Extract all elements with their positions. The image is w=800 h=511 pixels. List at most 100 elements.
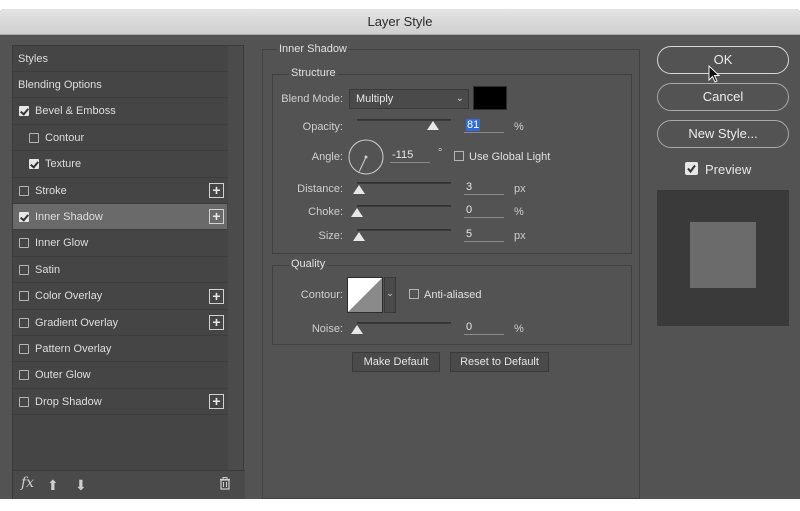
size-slider-thumb[interactable] (352, 232, 365, 241)
distance-value: 3 (466, 181, 473, 193)
noise-slider[interactable] (357, 322, 451, 324)
distance-label: Distance: (297, 183, 343, 195)
styles-list-item-label: Color Overlay (35, 290, 103, 303)
angle-dial[interactable] (347, 138, 385, 176)
noise-field[interactable]: 0 (464, 319, 504, 335)
size-slider[interactable] (357, 229, 451, 231)
styles-list-item[interactable]: Color Overlay + (13, 284, 227, 310)
noise-slider-thumb[interactable] (351, 325, 363, 334)
structure-group: Structure Blend Mode: Multiply ⌄ Opacity… (272, 67, 632, 254)
styles-scrollbar[interactable] (228, 46, 243, 470)
layer-style-dialog: Layer Style Styles Blending Options Bevel … (0, 9, 800, 499)
reset-to-default-button[interactable]: Reset to Default (450, 352, 549, 372)
shadow-color-swatch[interactable] (473, 86, 507, 110)
styles-list-item[interactable]: Inner Glow (13, 231, 227, 257)
styles-list-item-label: Styles (18, 52, 48, 65)
use-global-light-checkbox[interactable] (454, 151, 464, 161)
styles-list-item[interactable]: Texture (13, 152, 227, 178)
style-checkbox[interactable] (19, 291, 29, 302)
noise-label: Noise: (311, 323, 343, 335)
styles-list-item[interactable]: Pattern Overlay (13, 336, 227, 363)
choke-slider-thumb[interactable] (351, 208, 363, 217)
style-checkbox[interactable] (19, 370, 29, 381)
contour-picker[interactable] (347, 277, 383, 313)
make-default-button[interactable]: Make Default (352, 352, 440, 372)
contour-label: Contour: (300, 289, 343, 301)
structure-title: Structure (289, 67, 338, 79)
style-checkbox[interactable] (29, 132, 39, 143)
styles-list-item[interactable]: Drop Shadow + (13, 389, 227, 416)
add-effect-plus-icon[interactable]: + (209, 209, 224, 225)
chevron-down-icon: ⌄ (386, 288, 394, 298)
styles-list-item[interactable]: Satin (13, 257, 227, 284)
contour-dropdown-button[interactable]: ⌄ (384, 277, 396, 313)
checkmark-icon (687, 164, 696, 174)
trash-icon[interactable] (219, 477, 231, 493)
opacity-slider-thumb[interactable] (427, 121, 440, 130)
size-value: 5 (466, 228, 473, 240)
move-down-icon[interactable]: ⬇ (75, 477, 87, 494)
styles-list-item[interactable]: Styles (13, 46, 227, 72)
move-up-icon[interactable]: ⬆ (47, 477, 59, 494)
styles-list-item[interactable]: Outer Glow (13, 363, 227, 389)
distance-slider[interactable] (357, 182, 451, 184)
opacity-field[interactable]: 81 (464, 117, 504, 133)
styles-list-item[interactable]: Inner Shadow + (13, 204, 227, 231)
preview-thumbnail (657, 190, 789, 326)
styles-list-item[interactable]: Stroke + (13, 178, 227, 204)
noise-value: 0 (466, 321, 473, 333)
styles-list-item-label: Pattern Overlay (35, 342, 112, 355)
add-effect-plus-icon[interactable]: + (209, 183, 224, 198)
styles-list-item-label: Blending Options (18, 78, 102, 91)
angle-unit: ° (438, 147, 443, 159)
style-checkbox[interactable] (19, 396, 29, 407)
add-effect-plus-icon[interactable]: + (209, 315, 224, 330)
distance-unit: px (514, 183, 526, 195)
distance-slider-thumb[interactable] (352, 185, 365, 194)
style-checkbox[interactable] (19, 185, 29, 196)
styles-list-item-label: Inner Glow (35, 237, 89, 250)
styles-list-item-label: Inner Shadow (35, 210, 103, 223)
anti-aliased-label: Anti-aliased (424, 289, 482, 301)
add-effect-plus-icon[interactable]: + (209, 394, 224, 410)
styles-list-item[interactable]: Blending Options (13, 72, 227, 99)
blend-mode-select[interactable]: Multiply ⌄ (349, 89, 469, 109)
blend-mode-value: Multiply (356, 93, 394, 105)
styles-list-item[interactable]: Gradient Overlay + (13, 310, 227, 336)
size-unit: px (514, 230, 526, 242)
opacity-value: 81 (466, 119, 481, 131)
angle-field[interactable]: -115 (390, 147, 430, 163)
style-checkbox[interactable] (19, 106, 29, 117)
styles-list-item[interactable]: Bevel & Emboss (13, 99, 227, 125)
inner-shadow-panel: Inner Shadow Structure Blend Mode: Multi… (262, 43, 640, 499)
cancel-button[interactable]: Cancel (657, 83, 789, 111)
preview-label: Preview (705, 162, 752, 177)
styles-list-item-label: Gradient Overlay (35, 316, 119, 329)
choke-field[interactable]: 0 (464, 202, 504, 218)
preview-checkbox[interactable] (685, 162, 698, 175)
styles-list-item-label: Stroke (35, 184, 67, 197)
style-checkbox[interactable] (19, 317, 29, 328)
style-checkbox[interactable] (29, 159, 39, 170)
choke-label: Choke: (308, 206, 343, 218)
style-checkbox[interactable] (19, 211, 29, 222)
distance-field[interactable]: 3 (464, 179, 504, 195)
fx-icon[interactable]: fx (21, 475, 34, 491)
choke-slider[interactable] (357, 205, 451, 207)
styles-list-panel: Styles Blending Options Bevel & Emboss Cont… (12, 45, 245, 499)
style-checkbox[interactable] (19, 264, 29, 275)
preview-layer-square (690, 222, 756, 288)
add-effect-plus-icon[interactable]: + (209, 288, 224, 304)
styles-list-item-label: Bevel & Emboss (35, 105, 116, 118)
quality-group: Quality Contour: ⌄ Anti-aliased Noise: 0… (272, 258, 632, 345)
style-checkbox[interactable] (19, 238, 29, 249)
quality-title: Quality (289, 258, 328, 270)
opacity-label: Opacity: (302, 121, 343, 133)
ok-button[interactable]: OK (657, 46, 789, 74)
anti-aliased-checkbox[interactable] (409, 289, 419, 299)
styles-list-item[interactable]: Contour (13, 125, 227, 152)
style-checkbox[interactable] (19, 343, 29, 354)
size-field[interactable]: 5 (464, 226, 504, 242)
new-style-button[interactable]: New Style... (657, 120, 789, 148)
choke-unit: % (514, 206, 524, 218)
